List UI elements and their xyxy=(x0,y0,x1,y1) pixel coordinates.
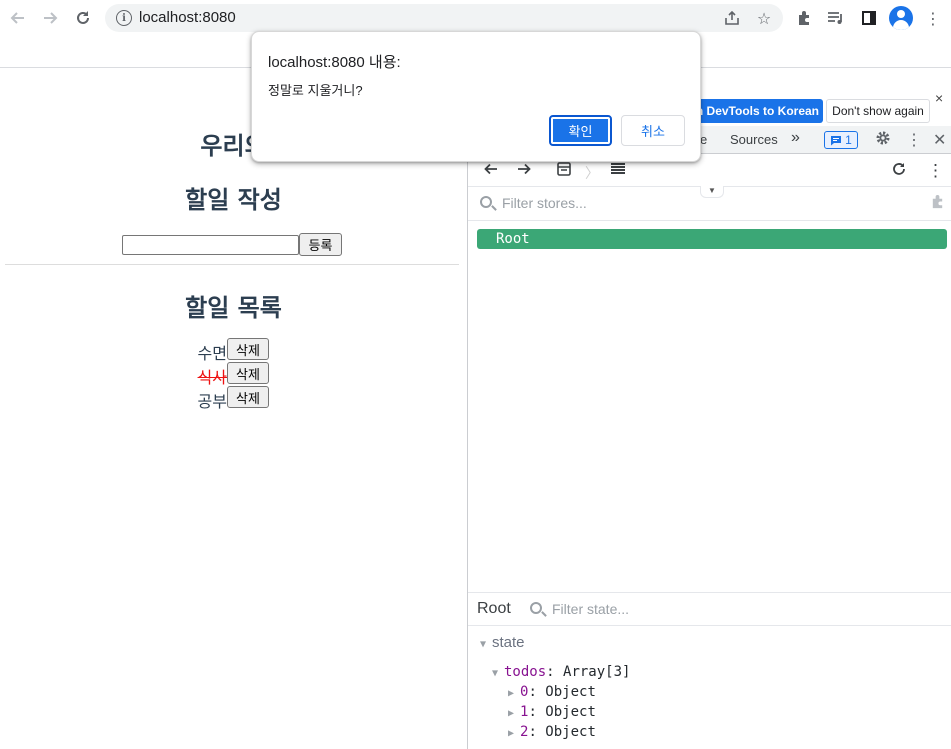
cancel-button[interactable]: 취소 xyxy=(621,115,685,146)
more-options-icon[interactable]: ⋮ xyxy=(927,161,944,181)
more-tabs-icon[interactable]: » xyxy=(791,129,800,147)
filter-stores-input[interactable]: Filter stores... xyxy=(502,195,587,211)
dialog-title: localhost:8080 내용: xyxy=(268,54,401,71)
todo-object-node[interactable]: ▶ 2: Object xyxy=(508,724,596,740)
forward-icon[interactable] xyxy=(38,6,62,30)
component-icon[interactable] xyxy=(556,161,572,182)
list-item: 공부 삭제 xyxy=(0,386,467,411)
tab-sources[interactable]: Sources xyxy=(730,132,778,147)
close-devtools-icon[interactable]: ✕ xyxy=(933,130,946,150)
write-heading: 할일 작성 xyxy=(185,186,282,214)
messages-badge[interactable]: 1 xyxy=(824,131,858,149)
forward-icon[interactable] xyxy=(516,161,532,182)
star-icon[interactable]: ☆ xyxy=(754,8,774,28)
settings-gear-icon[interactable] xyxy=(875,130,891,151)
avatar[interactable] xyxy=(889,6,913,30)
tab-partial[interactable]: e xyxy=(700,132,707,147)
address-bar[interactable]: i localhost:8080 ☆ xyxy=(105,4,783,32)
confirm-dialog: localhost:8080 내용: 정말로 지울거니? 확인 취소 xyxy=(251,31,701,162)
collapsed-triangle-icon: ▶ xyxy=(508,728,515,739)
expanded-triangle-icon: ▼ xyxy=(480,639,487,650)
url-text: localhost:8080 xyxy=(139,9,236,26)
add-button[interactable]: 등록 xyxy=(299,233,342,256)
todo-text: 수면 xyxy=(197,344,227,363)
todo-object-node[interactable]: ▶ 1: Object xyxy=(508,704,596,720)
extensions-icon[interactable] xyxy=(792,6,816,30)
divider xyxy=(5,264,459,265)
dont-show-again-button[interactable]: Don't show again xyxy=(826,99,930,123)
reload-icon[interactable] xyxy=(71,6,95,30)
stores-list-icon[interactable] xyxy=(610,161,626,182)
todo-text: 공부 xyxy=(197,392,227,411)
menu-icon[interactable]: ⋮ xyxy=(921,6,945,30)
breadcrumb-chevron-icon: 〉 xyxy=(585,165,599,181)
root-store-item[interactable]: Root xyxy=(477,229,947,249)
todo-input[interactable] xyxy=(122,235,299,255)
info-icon[interactable]: i xyxy=(116,10,132,26)
message-icon xyxy=(831,135,842,145)
devtools-menu-icon[interactable]: ⋮ xyxy=(906,130,922,150)
filter-state-input[interactable]: Filter state... xyxy=(552,601,629,617)
app-page: 우리의 할일 작성 등록 할일 목록 수면 삭제 식사 삭제 공부 삭제 xyxy=(0,68,467,749)
state-panel-header: Root Filter state... xyxy=(468,592,951,626)
collapsed-triangle-icon: ▶ xyxy=(508,708,515,719)
dialog-message: 정말로 지울거니? xyxy=(268,83,363,98)
delete-button[interactable]: 삭제 xyxy=(227,386,269,408)
list-item: 수면 삭제 xyxy=(0,338,467,363)
share-icon[interactable] xyxy=(722,8,742,28)
search-icon xyxy=(480,196,492,208)
todo-text: 식사 xyxy=(197,368,227,387)
list-item: 식사 삭제 xyxy=(0,362,467,387)
confirm-button[interactable]: 확인 xyxy=(549,115,612,146)
close-icon[interactable]: × xyxy=(935,90,943,106)
search-icon xyxy=(530,602,542,614)
media-icon[interactable] xyxy=(824,6,848,30)
list-heading: 할일 목록 xyxy=(185,294,282,322)
todo-object-node[interactable]: ▶ 0: Object xyxy=(508,684,596,700)
switch-language-button[interactable]: ch DevTools to Korean xyxy=(690,99,823,123)
back-icon[interactable] xyxy=(6,6,30,30)
delete-button[interactable]: 삭제 xyxy=(227,362,269,384)
back-icon[interactable] xyxy=(483,161,499,182)
sidepanel-icon[interactable] xyxy=(857,6,881,30)
collapsed-triangle-icon: ▶ xyxy=(508,688,515,699)
messages-count: 1 xyxy=(845,133,852,147)
collapse-handle-chevron-icon[interactable]: ▼ xyxy=(700,186,724,198)
expanded-triangle-icon: ▼ xyxy=(492,668,499,679)
plugin-icon[interactable] xyxy=(930,194,945,213)
state-section-toggle[interactable]: ▼ state xyxy=(480,634,525,651)
refresh-icon[interactable] xyxy=(891,161,907,182)
delete-button[interactable]: 삭제 xyxy=(227,338,269,360)
todos-node[interactable]: ▼ todos: Array[3] xyxy=(492,664,630,680)
state-panel-title: Root xyxy=(477,600,511,617)
devtools-panel: ch DevTools to Korean Don't show again ×… xyxy=(467,68,951,749)
